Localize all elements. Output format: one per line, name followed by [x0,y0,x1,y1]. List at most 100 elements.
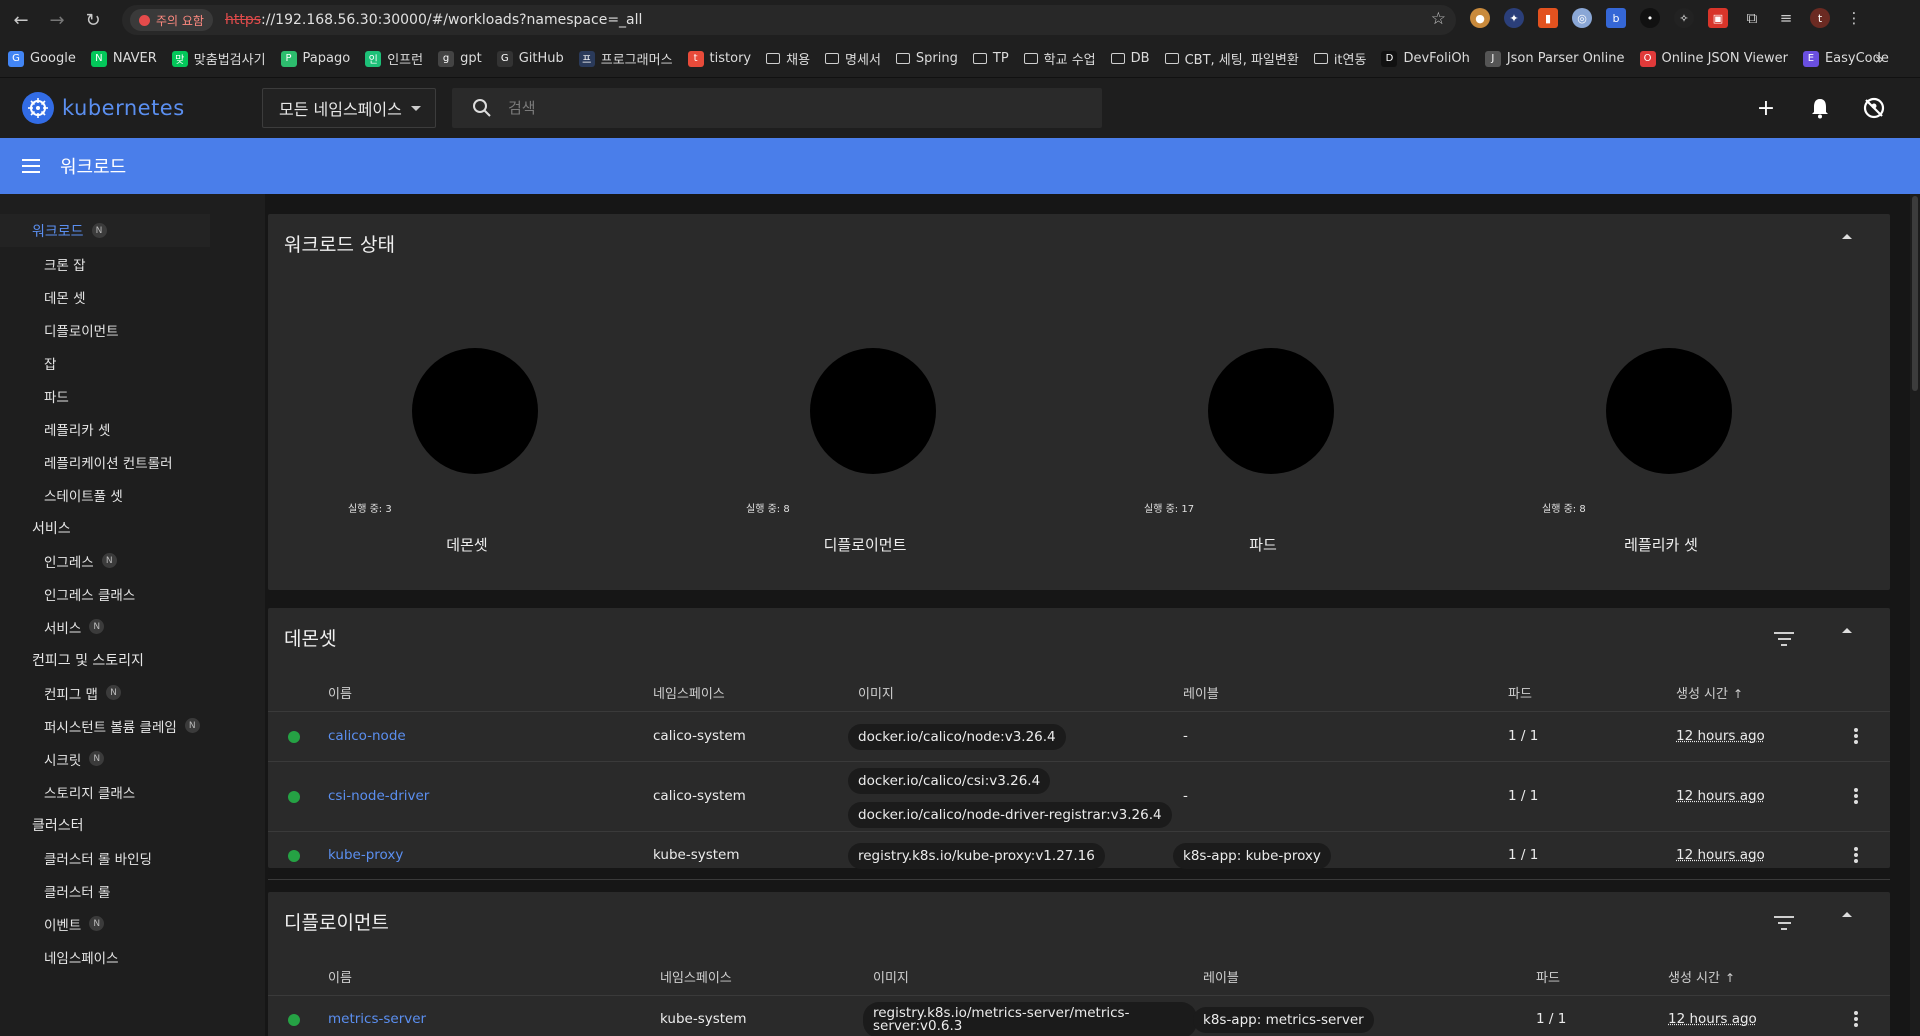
sidebar-item[interactable]: 클러스터 롤 바인딩 [0,841,265,874]
extension-icon[interactable]: • [1640,8,1660,28]
column-header[interactable]: 생성 시간 ↑ [1676,683,1743,702]
bookmark-item[interactable]: DB [1110,51,1150,66]
bookmark-item[interactable]: P Papago [280,50,350,67]
bookmark-item[interactable]: g gpt [438,50,482,67]
column-header[interactable]: 이미지 [873,967,909,986]
created-age[interactable]: 12 hours ago [1676,728,1765,744]
menu-icon[interactable]: ⋮ [1844,8,1864,28]
bookmark-item[interactable]: t tistory [687,50,751,67]
sidebar-item[interactable]: 파드 [0,379,265,412]
profile-avatar[interactable]: t [1810,8,1830,28]
sidebar-item[interactable]: 레플리케이션 컨트롤러 [0,445,265,478]
sidebar-item[interactable]: 크론 잡 [0,247,265,280]
workload-name-link[interactable]: kube-proxy [328,847,403,863]
collapse-icon[interactable] [1842,912,1852,917]
bookmark-item[interactable]: 맞 맞춤법검사기 [171,49,266,68]
bookmark-item[interactable]: 명세서 [825,49,881,68]
more-vert-icon[interactable] [1854,788,1858,806]
extension-icon[interactable]: ◎ [1572,8,1592,28]
bookmark-item[interactable]: J Json Parser Online [1484,50,1625,67]
created-age[interactable]: 12 hours ago [1668,1011,1757,1027]
menu-hamburger-icon[interactable] [22,159,40,173]
sidebar-item[interactable]: 서비스 N [0,610,265,643]
sidebar-item[interactable]: 클러스터 [0,808,265,841]
more-vert-icon[interactable] [1854,1011,1858,1029]
namespace-select[interactable]: 모든 네임스페이스 [262,88,436,128]
sidebar-item[interactable]: 컨피그 및 스토리지 [0,643,265,676]
url-text[interactable]: https://192.168.56.30:30000/#/workloads?… [225,12,642,28]
extension-icon[interactable]: b [1606,8,1626,28]
bookmark-item[interactable]: 학교 수업 [1023,49,1096,68]
column-header[interactable]: 파드 [1536,967,1560,986]
sidebar-item[interactable]: 잡 [0,346,265,379]
forward-icon[interactable]: → [42,5,72,35]
puzzle-icon[interactable]: ⧉ [1742,8,1762,28]
filter-icon[interactable] [1774,916,1794,930]
extension-icon[interactable]: ✧ [1674,8,1694,28]
column-header[interactable]: 네임스페이스 [653,683,725,702]
column-header[interactable]: 이름 [328,683,352,702]
notification-bell-icon[interactable] [1804,92,1836,124]
column-header[interactable]: 파드 [1508,683,1532,702]
bookmark-star-icon[interactable]: ☆ [1431,9,1446,29]
bookmark-item[interactable]: Spring [895,51,958,66]
sidebar-item[interactable]: 레플리카 셋 [0,412,265,445]
column-header[interactable]: 네임스페이스 [660,967,732,986]
bookmark-item[interactable]: 채용 [766,49,810,68]
sidebar-item[interactable]: 이벤트 N [0,907,265,940]
add-icon[interactable]: + [1750,92,1782,124]
collapse-icon[interactable] [1842,628,1852,633]
workload-name-link[interactable]: calico-node [328,728,406,744]
search-input[interactable] [508,99,1068,117]
sidebar-item[interactable]: 시크릿 N [0,742,265,775]
more-vert-icon[interactable] [1854,847,1858,865]
extension-icon[interactable]: ▣ [1708,8,1728,28]
column-header[interactable]: 이미지 [858,683,894,702]
bookmark-item[interactable]: G Google [8,50,76,67]
created-age[interactable]: 12 hours ago [1676,788,1765,804]
reading-list-icon[interactable]: ≡ [1776,8,1796,28]
sidebar-item[interactable]: 컨피그 맵 N [0,676,265,709]
reload-icon[interactable]: ↻ [78,5,108,35]
chevron-double-right-icon[interactable]: » [1875,50,1884,68]
workload-name-link[interactable]: csi-node-driver [328,788,429,804]
bookmark-item[interactable]: 프 프로그래머스 [578,49,673,68]
bookmark-item[interactable]: 인 인프런 [365,49,423,68]
column-header[interactable]: 레이블 [1183,683,1219,702]
sidebar-item[interactable]: 인그레스 N [0,544,265,577]
sidebar-item[interactable]: 퍼시스턴트 볼륨 클레임 N [0,709,265,742]
kubernetes-logo-icon[interactable] [22,92,54,124]
more-vert-icon[interactable] [1854,728,1858,746]
bookmark-item[interactable]: G GitHub [496,50,564,67]
cookie-extension-icon[interactable]: ● [1470,8,1490,28]
extension-icon[interactable]: ▮ [1538,8,1558,28]
search-box[interactable] [452,88,1102,128]
sidebar-item[interactable]: 스테이트풀 셋 [0,478,265,511]
bookmark-item[interactable]: O Online JSON Viewer [1639,50,1788,67]
bookmark-item[interactable]: TP [972,51,1009,66]
sidebar-item[interactable]: 인그레스 클래스 [0,577,265,610]
sidebar-item[interactable]: 스토리지 클래스 [0,775,265,808]
sidebar-item[interactable]: 디플로이먼트 [0,313,265,346]
created-age[interactable]: 12 hours ago [1676,847,1765,863]
bookmark-item[interactable]: CBT, 세팅, 파일변환 [1164,49,1299,68]
logout-icon[interactable] [1858,92,1890,124]
sidebar-item[interactable]: 네임스페이스 [0,940,265,973]
back-icon[interactable]: ← [6,5,36,35]
bookmark-item[interactable]: D DevFoliOh [1381,50,1470,67]
sidebar-item[interactable]: 워크로드 N [0,214,210,247]
sidebar-item[interactable]: 서비스 [0,511,265,544]
workload-name-link[interactable]: metrics-server [328,1011,426,1027]
address-bar[interactable]: 주의 요함 https://192.168.56.30:30000/#/work… [122,5,1456,35]
column-header[interactable]: 레이블 [1203,967,1239,986]
bookmark-item[interactable]: it연동 [1313,49,1366,68]
bookmark-item[interactable]: N NAVER [90,50,157,67]
sidebar-item[interactable]: 데몬 셋 [0,280,265,313]
security-warning-chip[interactable]: 주의 요함 [130,9,213,31]
extension-icon[interactable]: ✦ [1504,8,1524,28]
sidebar-item[interactable]: 클러스터 롤 [0,874,265,907]
column-header[interactable]: 이름 [328,967,352,986]
column-header[interactable]: 생성 시간 ↑ [1668,967,1735,986]
filter-icon[interactable] [1774,632,1794,646]
brand-name[interactable]: kubernetes [62,96,185,120]
